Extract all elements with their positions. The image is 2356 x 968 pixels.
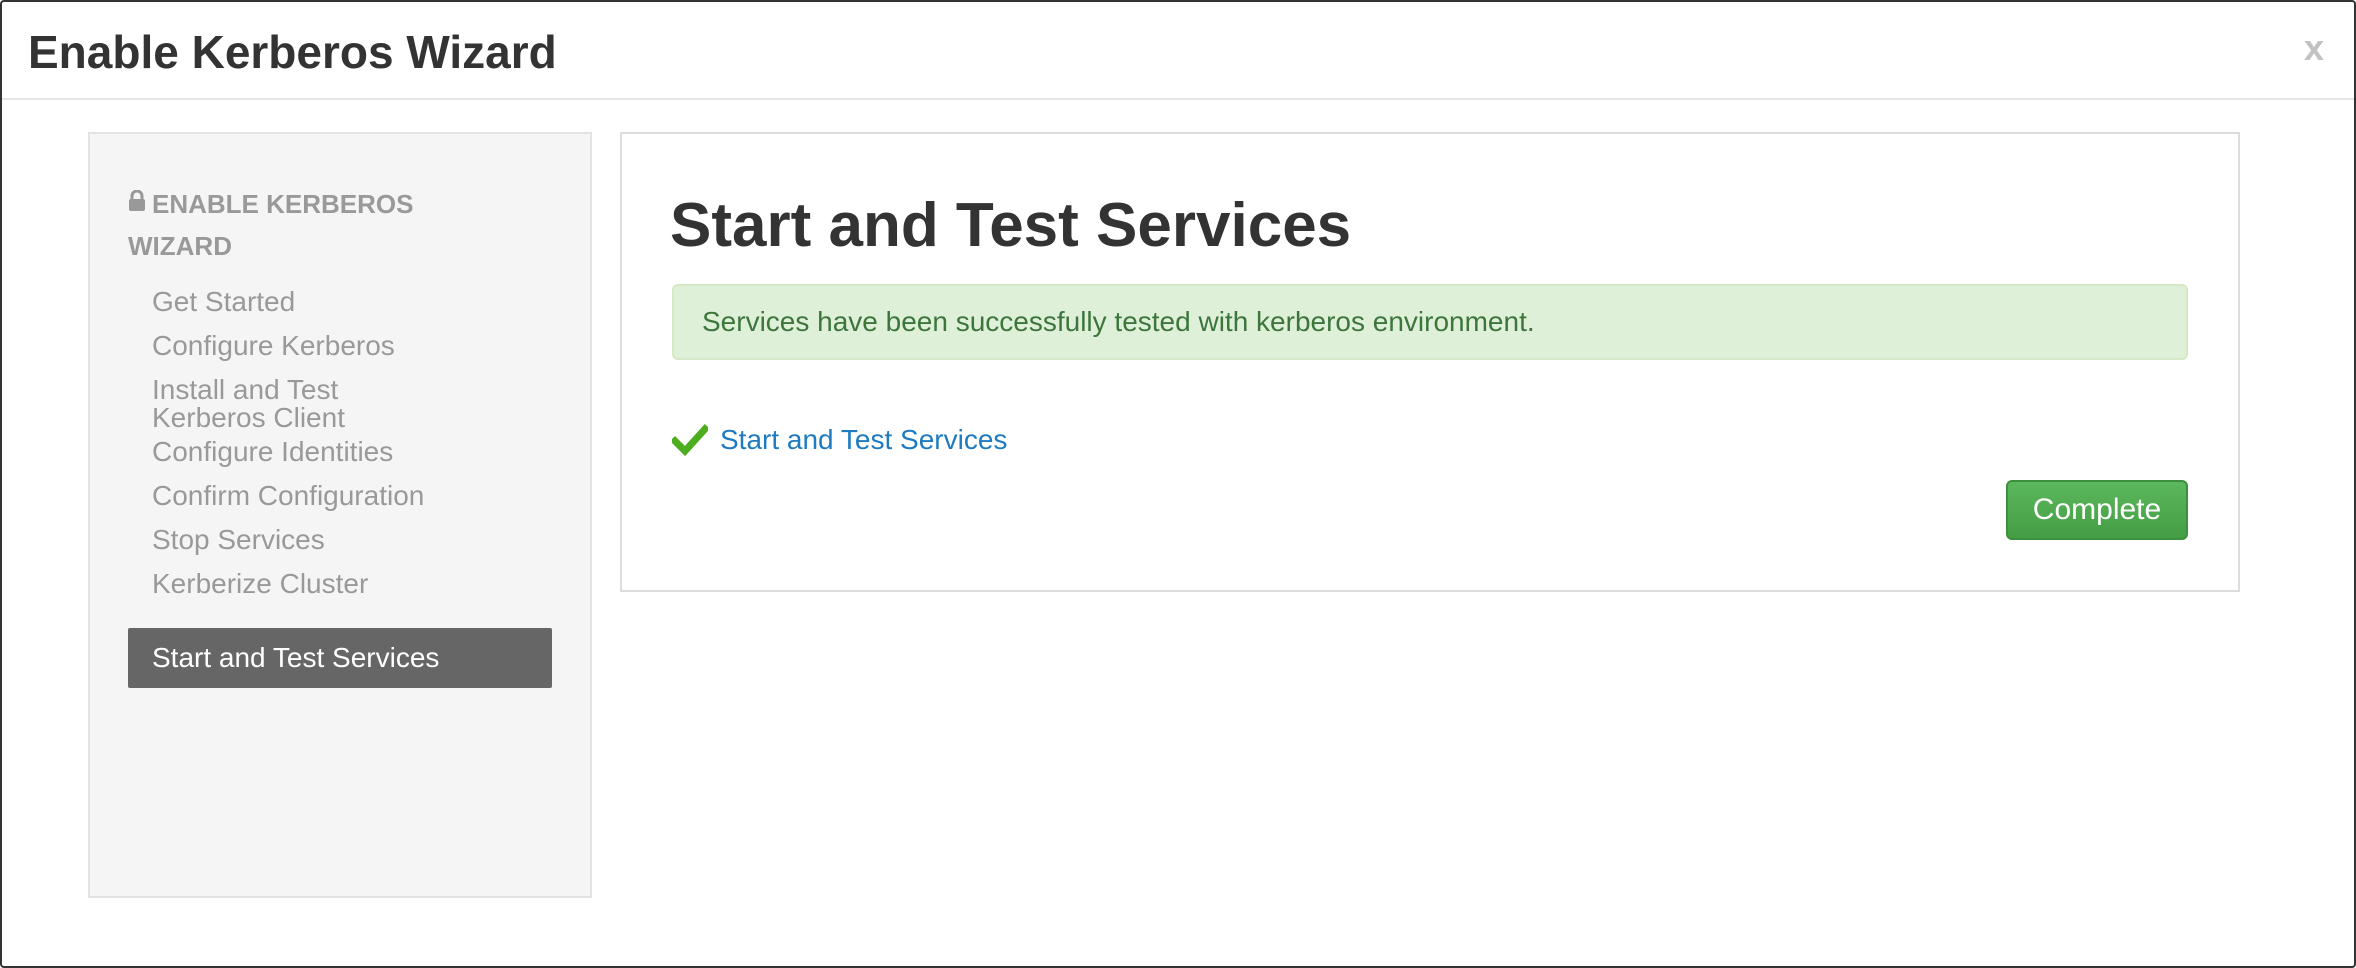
sidebar-header: ENABLE KERBEROS WIZARD <box>128 184 508 266</box>
step-get-started[interactable]: Get Started <box>128 288 552 316</box>
wizard-modal: Enable Kerberos Wizard x ENABLE KERBEROS… <box>0 0 2356 968</box>
task-row: Start and Test Services <box>670 420 1007 460</box>
sidebar-header-label: ENABLE KERBEROS WIZARD <box>128 189 414 262</box>
step-configure-kerberos[interactable]: Configure Kerberos <box>128 332 552 360</box>
modal-title: Enable Kerberos Wizard <box>28 26 557 78</box>
close-button[interactable]: x <box>2304 28 2324 68</box>
step-stop-services[interactable]: Stop Services <box>128 526 552 554</box>
step-title: Start and Test Services <box>670 191 1352 260</box>
checkmark-icon <box>670 422 710 458</box>
step-start-test-services[interactable]: Start and Test Services <box>128 628 552 688</box>
task-link[interactable]: Start and Test Services <box>720 424 1007 456</box>
complete-button[interactable]: Complete <box>2006 480 2188 540</box>
step-content-panel: Start and Test Services Services have be… <box>620 132 2240 592</box>
step-install-test-kerberos-client[interactable]: Install and Test Kerberos Client <box>128 376 428 432</box>
step-confirm-configuration[interactable]: Confirm Configuration <box>128 482 552 510</box>
step-kerberize-cluster[interactable]: Kerberize Cluster <box>128 570 552 598</box>
lock-icon <box>128 183 146 223</box>
step-configure-identities[interactable]: Configure Identities <box>128 438 552 466</box>
wizard-sidebar: ENABLE KERBEROS WIZARD Get Started Confi… <box>88 132 592 898</box>
modal-header: Enable Kerberos Wizard x <box>2 2 2354 100</box>
success-alert: Services have been successfully tested w… <box>672 284 2188 360</box>
